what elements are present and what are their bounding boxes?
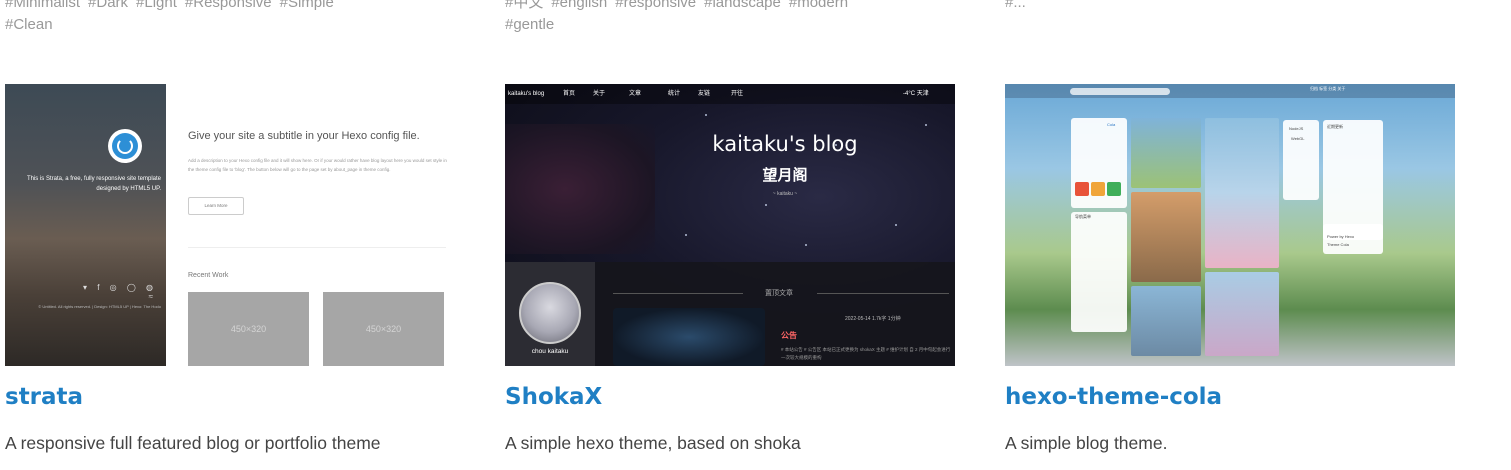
preview-badge	[1075, 182, 1089, 196]
preview-author: chou kaitaku	[531, 348, 569, 355]
theme-title[interactable]: ShokaX	[505, 381, 602, 413]
preview-post-image	[1131, 286, 1201, 356]
preview-footer-card	[1323, 224, 1383, 254]
tag-list: #中文 #english #responsive #landscape #modern #…	[505, 0, 957, 36]
preview-post-image	[1205, 118, 1279, 268]
preview-post-image	[1205, 272, 1279, 356]
tag[interactable]: #landscape	[704, 0, 781, 11]
preview-nav-item: 统计	[668, 91, 681, 97]
preview-heading: Give your site a subtitle in your Hexo c…	[188, 130, 420, 142]
search-input	[1070, 88, 1170, 95]
preview-excerpt: # 本站公告 # 公告区 本站已正式更换为 shokaX 主题 # 维护计划 自…	[781, 347, 951, 360]
preview-label-web: WebGL	[1291, 136, 1305, 141]
avatar	[108, 129, 142, 163]
preview-sidebar: This is Strata, a free, fully responsive…	[5, 84, 166, 366]
tag[interactable]: #Dark	[88, 0, 128, 11]
divider	[188, 247, 446, 248]
preview-badge	[1091, 182, 1105, 196]
avatar	[519, 282, 581, 344]
preview-label-node: NodeJS	[1289, 126, 1304, 131]
tag[interactable]: #Light	[136, 0, 177, 11]
theme-thumbnail[interactable]: 归档 标签 分类 关于 Cola 导航菜单 NodeJS WebGL 近期更新 …	[1005, 84, 1455, 366]
tag-list: #...	[1005, 0, 1457, 14]
preview-navbar: kaitaku's blog 首页 关于 文章 统计 友链 开往 -4°C 天津	[505, 84, 955, 104]
preview-post-image	[1131, 118, 1201, 188]
character-illustration	[505, 124, 655, 254]
preview-main: Give your site a subtitle in your Hexo c…	[166, 84, 455, 366]
tag[interactable]: #中文	[505, 0, 543, 11]
preview-brand: kaitaku's blog	[712, 132, 858, 156]
preview-nav-item: 关于	[593, 91, 606, 97]
power-icon	[117, 138, 133, 154]
preview-intro: This is Strata, a free, fully responsive…	[26, 176, 161, 192]
theme-description: A responsive full featured blog or portf…	[5, 433, 381, 453]
preview-nav-brand: kaitaku's blog	[508, 91, 545, 97]
theme-title[interactable]: strata	[5, 381, 83, 413]
preview-label-card	[1283, 120, 1319, 200]
preview-sidebar-label: 导航菜单	[1075, 214, 1091, 219]
theme-description: A simple hexo theme, based on shoka	[505, 433, 801, 453]
theme-thumbnail[interactable]: kaitaku's blog 首页 关于 文章 统计 友链 开往 -4°C 天津…	[505, 84, 955, 366]
preview-subtitle: 望月阁	[762, 166, 808, 184]
preview-tagline: ~ kaitaku ~	[772, 191, 798, 197]
preview-nav-weather: -4°C 天津	[903, 91, 929, 97]
preview-nav-item: 文章	[629, 91, 642, 97]
preview-navbar: 归档 标签 分类 关于	[1005, 84, 1455, 98]
preview-footer: © Untitled. All rights reserved. | Desig…	[38, 304, 161, 309]
social-icons: ▾ f ◎ ◯ ◍ ≈	[82, 283, 157, 301]
placeholder-image: 450×320	[188, 292, 309, 366]
tag[interactable]: #english	[551, 0, 607, 11]
tag[interactable]: #Clean	[5, 16, 53, 33]
tag-list: #Minimalist #Dark #Light #Responsive #Simple…	[5, 0, 457, 36]
preview-nav-item: 开往	[731, 91, 744, 97]
placeholder-image: 450×320	[323, 292, 444, 366]
preview-post-image	[1131, 192, 1201, 282]
preview-pinned-label: 置顶文章	[765, 290, 793, 297]
preview-nav-item: 首页	[563, 91, 576, 97]
preview-recent-card	[1323, 120, 1383, 240]
tag[interactable]: #Simple	[280, 0, 334, 11]
theme-thumbnail[interactable]: This is Strata, a free, fully responsive…	[5, 84, 455, 366]
preview-profile-name: Cola	[1107, 122, 1116, 127]
preview-paragraph: Add a description to your Hexo config fi…	[188, 158, 447, 172]
tag[interactable]: #...	[1005, 0, 1026, 11]
theme-title[interactable]: hexo-theme-cola	[1005, 381, 1222, 413]
preview-nav-links: 归档 标签 分类 关于	[1310, 86, 1346, 91]
preview-notice-title: 公告	[781, 331, 797, 340]
tag[interactable]: #Responsive	[185, 0, 272, 11]
preview-button: Learn More	[188, 197, 244, 215]
preview-post-image	[613, 308, 765, 366]
preview-power-by: Power by Hexo	[1327, 234, 1355, 239]
preview-sidebar-card	[1071, 212, 1127, 332]
theme-description: A simple blog theme.	[1005, 433, 1168, 453]
tag[interactable]: #responsive	[615, 0, 696, 11]
preview-recent-title: 近期更新	[1327, 124, 1343, 129]
tag[interactable]: #gentle	[505, 16, 554, 33]
tag[interactable]: #modern	[789, 0, 848, 11]
preview-theme-credit: Theme Cola	[1327, 242, 1349, 247]
preview-recent-label: Recent Work	[188, 272, 229, 279]
tag[interactable]: #Minimalist	[5, 0, 80, 11]
preview-nav-item: 友链	[698, 91, 711, 97]
preview-badge	[1107, 182, 1121, 196]
preview-post-meta: 2022-05-14 1.7k字 1分钟	[845, 316, 901, 322]
